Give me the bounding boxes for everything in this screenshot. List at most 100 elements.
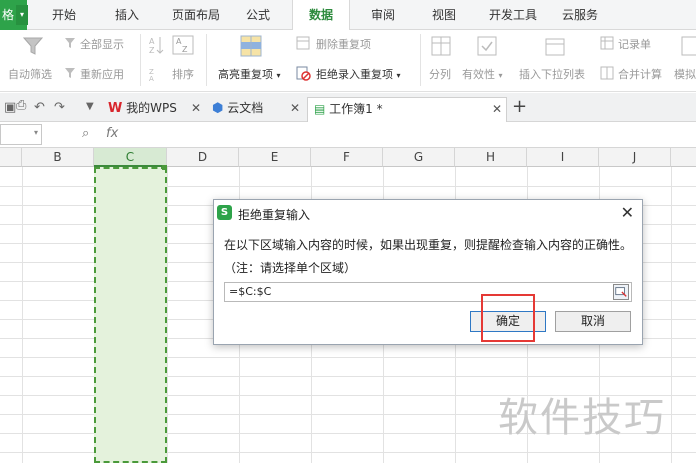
sort-descending-icon[interactable]: ZA <box>148 66 164 82</box>
range-picker-graphic <box>615 287 627 297</box>
app-menu-arrow-icon[interactable]: ▾ <box>16 5 28 25</box>
column-header-k[interactable] <box>671 148 696 167</box>
new-tab-button[interactable]: + <box>512 96 527 117</box>
print-icon[interactable]: ⎙ <box>16 98 26 113</box>
dropdown-arrow-icon: ▾ <box>498 71 503 80</box>
sort-ascending-icon[interactable]: AZ <box>148 35 164 55</box>
close-icon[interactable]: ✕ <box>621 203 634 222</box>
column-header-e[interactable]: E <box>239 148 311 167</box>
validity-icon <box>477 36 497 56</box>
dialog-title-bar[interactable]: S 拒绝重复输入 ✕ <box>214 200 642 227</box>
tab-home[interactable]: 开始 <box>42 0 86 30</box>
name-box[interactable]: ▾ <box>0 124 42 145</box>
column-header-d[interactable]: D <box>167 148 239 167</box>
tab-my-wps-label: 我的WPS <box>126 101 177 115</box>
redo-icon[interactable]: ↷ <box>54 100 65 115</box>
svg-text:A: A <box>149 75 154 82</box>
record-sheet-icon <box>600 36 614 50</box>
dropdown-arrow-icon: ▾ <box>276 71 281 80</box>
dialog-note: （注：请选择单个区域） <box>224 261 357 275</box>
reject-duplicates-label: 拒绝录入重复项 <box>316 68 393 81</box>
insert-dropdown-list-button[interactable]: 插入下拉列表 <box>519 66 585 82</box>
grid-line <box>22 167 23 463</box>
highlight-duplicates-button[interactable]: 高亮重复项 ▾ <box>218 66 281 82</box>
insert-dropdown-icon <box>545 38 565 56</box>
formula-bar: ▾ ⌕ fx <box>0 122 696 148</box>
watermark-text: 软件技巧 <box>498 395 666 441</box>
wps-spreadsheet-icon: S <box>217 205 232 220</box>
range-picker-icon[interactable] <box>613 284 629 300</box>
tab-insert[interactable]: 插入 <box>105 0 149 30</box>
grid-line <box>167 167 168 463</box>
reject-duplicates-icon <box>296 66 311 81</box>
fill-handle[interactable] <box>162 165 167 170</box>
cancel-button[interactable]: 取消 <box>555 311 631 332</box>
svg-text:A: A <box>149 37 155 46</box>
sort-az-icon[interactable]: AZ <box>172 35 194 55</box>
merge-calc-button[interactable]: 合并计算 <box>618 66 662 82</box>
column-header-f[interactable]: F <box>311 148 383 167</box>
split-columns-button[interactable]: 分列 <box>429 66 451 82</box>
reject-duplicates-button[interactable]: 拒绝录入重复项 ▾ <box>316 66 401 82</box>
name-box-dropdown-icon[interactable]: ▾ <box>34 128 38 137</box>
validity-label: 有效性 <box>462 68 495 81</box>
column-header-j[interactable]: J <box>599 148 671 167</box>
filter-icon <box>22 37 44 55</box>
auto-filter-button[interactable]: 自动筛选 <box>8 66 52 82</box>
tab-workbook1[interactable]: ▤ 工作簿1 * ✕ <box>307 97 507 122</box>
tab-cloud-docs[interactable]: ⬢ 云文档 ✕ <box>210 97 306 122</box>
tab-formulas[interactable]: 公式 <box>236 0 280 30</box>
undo-icon[interactable]: ↶ <box>34 100 45 115</box>
show-all-button[interactable]: 全部显示 <box>80 36 124 52</box>
ok-button-highlight-box <box>481 294 535 342</box>
spreadsheet-icon: ▤ <box>314 102 326 116</box>
highlight-duplicates-label: 高亮重复项 <box>218 68 273 81</box>
ribbon-divider <box>206 34 207 86</box>
record-sheet-button[interactable]: 记录单 <box>618 36 651 52</box>
save-icon[interactable]: ▣ <box>4 100 16 115</box>
delete-duplicates-button[interactable]: 删除重复项 <box>316 36 371 52</box>
wps-spreadsheet-window: 格 ▾ 开始 插入 页面布局 公式 数据 审阅 视图 开发工具 云服务 自动筛选… <box>0 0 696 463</box>
insert-function-button[interactable]: fx <box>106 126 118 141</box>
tab-page-layout[interactable]: 页面布局 <box>164 0 228 30</box>
column-header-i[interactable]: I <box>527 148 599 167</box>
close-icon[interactable]: ✕ <box>191 97 201 120</box>
simulate-analysis-button[interactable]: 模拟 <box>674 66 696 82</box>
show-all-filter-icon <box>65 38 75 48</box>
column-header-g[interactable]: G <box>383 148 455 167</box>
app-logo-label: 格 <box>2 8 15 22</box>
column-header-c[interactable]: C <box>94 148 167 167</box>
tab-view[interactable]: 视图 <box>422 0 466 30</box>
selected-column-c-range[interactable] <box>94 167 167 463</box>
tab-my-wps[interactable]: W 我的WPS ✕ <box>104 97 204 122</box>
grid-line <box>671 167 672 463</box>
wps-logo-icon: W <box>108 101 123 116</box>
dialog-description: 在以下区域输入内容的时候，如果出现重复，则提醒检查输入内容的正确性。 <box>224 238 633 252</box>
column-header-h[interactable]: H <box>455 148 527 167</box>
close-icon[interactable]: ✕ <box>492 98 502 121</box>
validity-button[interactable]: 有效性 ▾ <box>462 66 503 82</box>
delete-duplicates-icon <box>296 36 310 50</box>
dialog-title: 拒绝重复输入 <box>238 208 311 222</box>
reapply-button[interactable]: 重新应用 <box>80 66 124 82</box>
close-icon[interactable]: ✕ <box>290 97 300 120</box>
column-header-b[interactable]: B <box>22 148 94 167</box>
document-tab-strip: ▣ ⎙ ↶ ↷ ▼ W 我的WPS ✕ ⬢ 云文档 ✕ ▤ 工作簿1 * ✕ + <box>0 93 696 122</box>
split-columns-icon <box>431 36 451 56</box>
sort-button[interactable]: 排序 <box>172 66 194 82</box>
reapply-filter-icon <box>65 68 75 78</box>
reject-duplicate-dialog: S 拒绝重复输入 ✕ 在以下区域输入内容的时候，如果出现重复，则提醒检查输入内容… <box>213 199 643 345</box>
menu-bar: 格 ▾ 开始 插入 页面布局 公式 数据 审阅 视图 开发工具 云服务 <box>0 0 696 31</box>
tab-cloud-service[interactable]: 云服务 <box>553 0 607 30</box>
svg-text:Z: Z <box>149 46 155 55</box>
cloud-docs-icon: ⬢ <box>212 101 224 116</box>
quick-access-dropdown-icon[interactable]: ▼ <box>86 101 94 112</box>
corner-header[interactable] <box>0 148 22 167</box>
highlight-duplicates-icon <box>240 35 262 57</box>
tab-cloud-docs-label: 云文档 <box>227 101 264 115</box>
tab-data[interactable]: 数据 <box>292 0 350 31</box>
range-input[interactable]: =$C:$C <box>224 282 632 302</box>
zoom-search-icon[interactable]: ⌕ <box>82 126 89 141</box>
tab-review[interactable]: 审阅 <box>361 0 405 30</box>
tab-developer[interactable]: 开发工具 <box>481 0 545 30</box>
